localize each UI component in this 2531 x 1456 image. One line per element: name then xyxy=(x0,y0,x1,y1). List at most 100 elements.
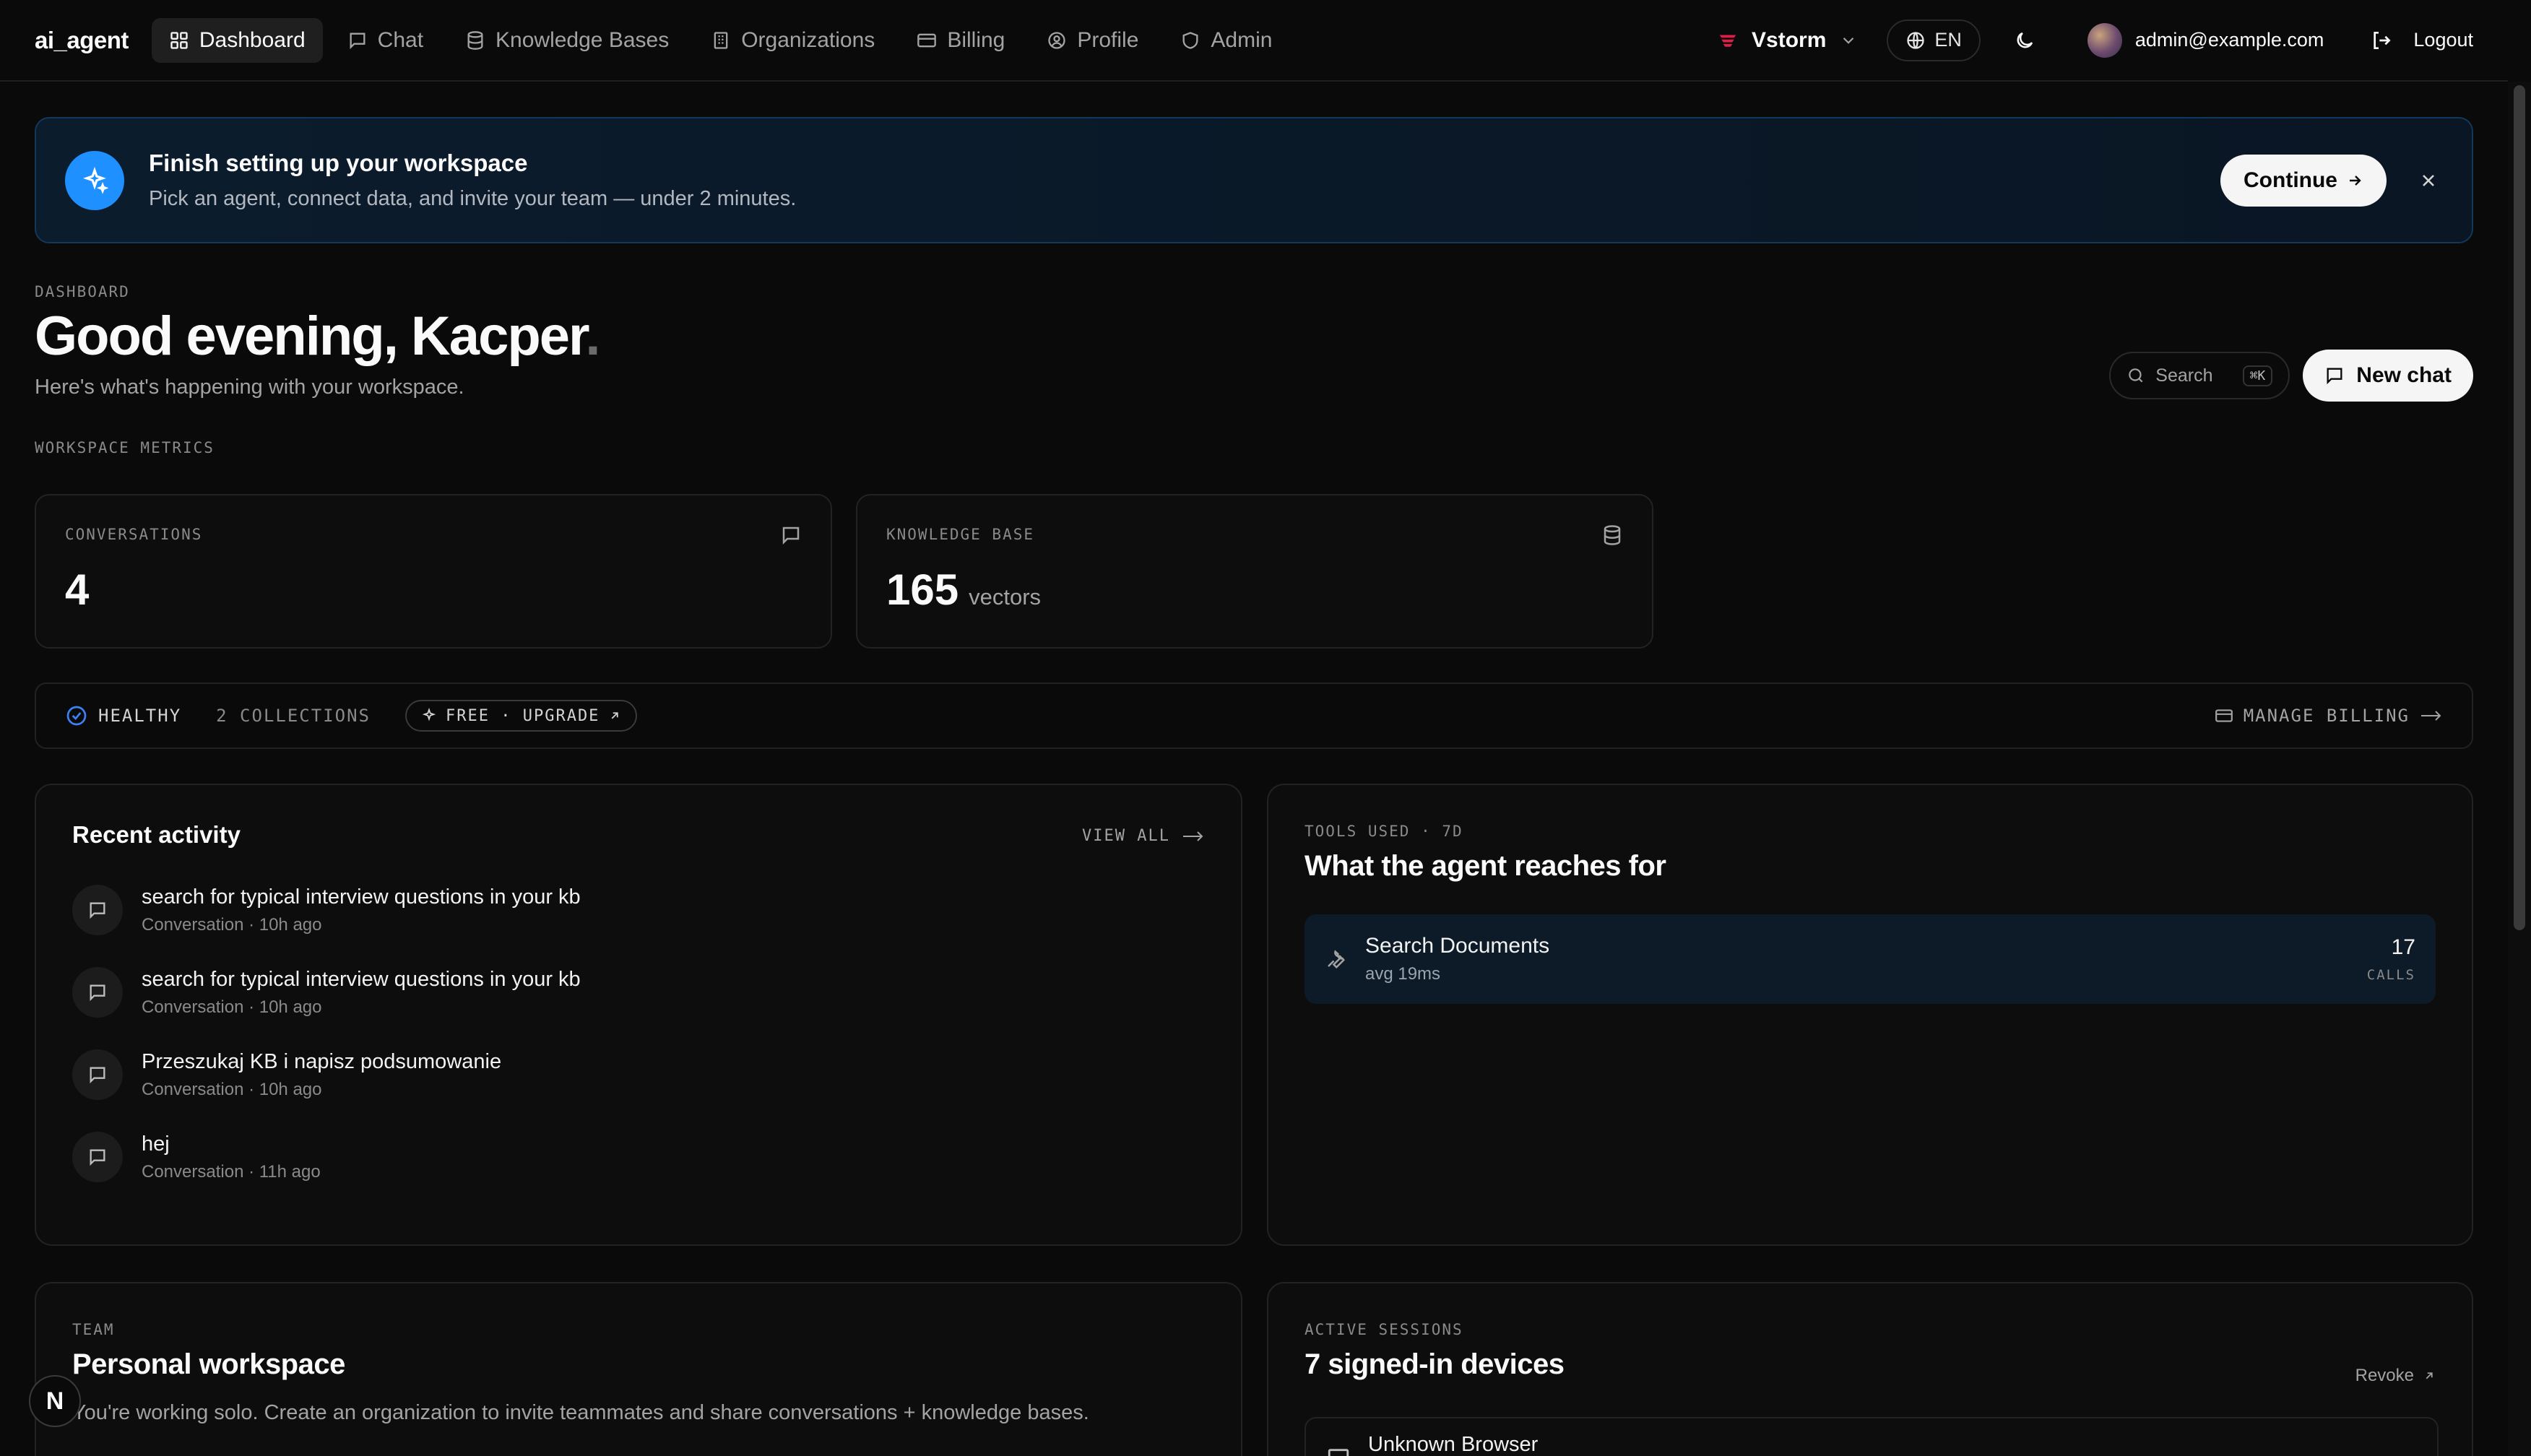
activity-title: hej xyxy=(142,1132,170,1156)
grid-icon xyxy=(170,31,188,49)
activity-meta: Conversation · 10h ago xyxy=(142,1079,322,1099)
credit-card-icon xyxy=(917,33,937,47)
nav-item-billing[interactable]: Billing xyxy=(899,18,1022,63)
nextjs-devtools-button[interactable]: N xyxy=(29,1375,81,1427)
tool-count-value: 17 xyxy=(2391,935,2415,959)
logout-icon xyxy=(2374,31,2391,49)
search-label: Search xyxy=(2155,365,2213,386)
metric-label: KNOWLEDGE BASE xyxy=(886,526,1035,543)
page-eyebrow: DASHBOARD xyxy=(35,283,130,300)
tool-name: Search Documents xyxy=(1365,934,1550,958)
nav-item-organizations[interactable]: Organizations xyxy=(693,18,892,63)
brand-logo[interactable]: ai_agent xyxy=(35,27,129,54)
banner-actions: Continue xyxy=(2220,154,2443,207)
list-item[interactable]: Przeszukaj KB i napisz podsumowanie Conv… xyxy=(72,1049,1205,1100)
onboarding-banner: Finish setting up your workspace Pick an… xyxy=(35,117,2473,243)
check-circle-icon xyxy=(66,706,87,726)
activity-text: search for typical interview questions i… xyxy=(142,885,581,935)
activity-meta: Conversation · 10h ago xyxy=(142,914,322,935)
new-chat-button[interactable]: New chat xyxy=(2303,350,2473,402)
list-item[interactable]: hej Conversation · 11h ago xyxy=(72,1132,1205,1182)
building-icon xyxy=(714,31,728,49)
nav-item-dashboard[interactable]: Dashboard xyxy=(151,17,323,63)
logout-button[interactable]: Logout xyxy=(2370,29,2473,52)
user-email: admin@example.com xyxy=(2134,29,2324,51)
user-menu[interactable]: admin@example.com xyxy=(2087,22,2324,58)
manage-billing-link[interactable]: MANAGE BILLING xyxy=(2215,706,2443,726)
team-card: TEAM Personal workspace You're working s… xyxy=(35,1282,1242,1456)
health-label: HEALTHY xyxy=(98,706,182,726)
message-icon xyxy=(72,885,123,935)
activity-title: search for typical interview questions i… xyxy=(142,967,581,991)
arrow-up-right-icon xyxy=(612,712,619,719)
org-switcher[interactable]: Vstorm xyxy=(1717,28,1858,53)
nav-item-label: Admin xyxy=(1211,27,1273,52)
shield-icon xyxy=(1182,31,1198,49)
card-title: 7 signed-in devices xyxy=(1305,1348,1565,1380)
activity-list: search for typical interview questions i… xyxy=(72,885,1205,1182)
nav-right: Vstorm EN admin@example.com Logout xyxy=(1717,19,2473,61)
message-icon xyxy=(350,32,365,49)
tool-avg: avg 19ms xyxy=(1365,964,1441,984)
arrow-up-right-icon xyxy=(2426,1372,2433,1379)
view-all-link[interactable]: VIEW ALL xyxy=(1082,827,1205,845)
globe-icon xyxy=(1907,31,1925,49)
collections-count: 2 COLLECTIONS xyxy=(216,706,371,726)
nav-item-admin[interactable]: Admin xyxy=(1163,18,1289,63)
wrench-icon xyxy=(1328,950,1345,969)
nav-item-label: Billing xyxy=(947,27,1005,52)
activity-text: hej Conversation · 11h ago xyxy=(142,1132,321,1182)
page-subtitle: Here's what's happening with your worksp… xyxy=(35,376,464,399)
tools-used-card: TOOLS USED · 7D What the agent reaches f… xyxy=(1267,784,2473,1246)
moon-icon xyxy=(2017,32,2033,48)
language-switcher[interactable]: EN xyxy=(1887,19,1981,61)
activity-title: search for typical interview questions i… xyxy=(142,885,581,909)
list-item[interactable]: search for typical interview questions i… xyxy=(72,967,1205,1018)
scrollbar-thumb[interactable] xyxy=(2514,85,2525,930)
continue-label: Continue xyxy=(2244,168,2337,192)
revoke-link[interactable]: Revoke xyxy=(2355,1366,2436,1386)
search-button[interactable]: Search ⌘K xyxy=(2109,352,2290,399)
metric-unit: vectors xyxy=(969,584,1042,610)
list-item[interactable]: search for typical interview questions i… xyxy=(72,885,1205,935)
tool-count: 17 CALLS xyxy=(2367,935,2415,983)
revoke-label: Revoke xyxy=(2355,1366,2414,1385)
new-chat-label: New chat xyxy=(2356,363,2452,387)
nav-item-profile[interactable]: Profile xyxy=(1029,18,1156,63)
nav-item-chat[interactable]: Chat xyxy=(330,18,441,63)
card-title: Personal workspace xyxy=(72,1348,345,1380)
team-description: You're working solo. Create an organizat… xyxy=(72,1401,1089,1424)
message-icon xyxy=(72,1049,123,1100)
tool-row[interactable]: Search Documents avg 19ms 17 CALLS xyxy=(1305,914,2436,1004)
metric-knowledge-base[interactable]: KNOWLEDGE BASE 165 vectors xyxy=(856,494,1653,649)
session-item[interactable]: Unknown Browser xyxy=(1305,1417,2439,1456)
view-all-label: VIEW ALL xyxy=(1082,827,1170,845)
activity-meta: Conversation · 11h ago xyxy=(142,1161,321,1182)
workspace-status-bar: HEALTHY 2 COLLECTIONS FREE · UPGRADE MAN… xyxy=(35,682,2473,749)
close-banner-button[interactable] xyxy=(2414,166,2443,195)
sparkle-icon xyxy=(65,150,124,210)
upgrade-plan-button[interactable]: FREE · UPGRADE xyxy=(405,700,638,732)
active-sessions-card: ACTIVE SESSIONS 7 signed-in devices Revo… xyxy=(1267,1282,2473,1456)
avatar xyxy=(2087,22,2122,58)
team-eyebrow: TEAM xyxy=(72,1321,115,1338)
theme-toggle-button[interactable] xyxy=(2014,30,2035,51)
metric-conversations[interactable]: CONVERSATIONS 4 xyxy=(35,494,832,649)
nav-items: Dashboard Chat Knowledge Bases Organizat… xyxy=(151,17,1290,63)
continue-button[interactable]: Continue xyxy=(2220,154,2387,207)
banner-subtitle: Pick an agent, connect data, and invite … xyxy=(149,187,797,210)
recent-activity-card: Recent activity VIEW ALL search for typi… xyxy=(35,784,1242,1246)
metric-value: 165 xyxy=(886,566,959,614)
workspace-metrics-label: WORKSPACE METRICS xyxy=(35,439,215,456)
arrow-right-icon xyxy=(2421,711,2441,721)
card-title: Recent activity xyxy=(72,821,241,848)
sparkle-icon xyxy=(422,708,436,722)
database-icon xyxy=(467,30,483,50)
message-icon xyxy=(72,1132,123,1182)
header-actions: Search ⌘K New chat xyxy=(2109,350,2473,402)
nav-item-label: Knowledge Bases xyxy=(496,27,670,52)
nav-item-knowledge-bases[interactable]: Knowledge Bases xyxy=(448,18,686,63)
metric-value-row: 165 vectors xyxy=(886,565,1623,615)
tool-info: Search Documents avg 19ms xyxy=(1365,934,1549,984)
metric-value-row: 4 xyxy=(65,565,802,615)
